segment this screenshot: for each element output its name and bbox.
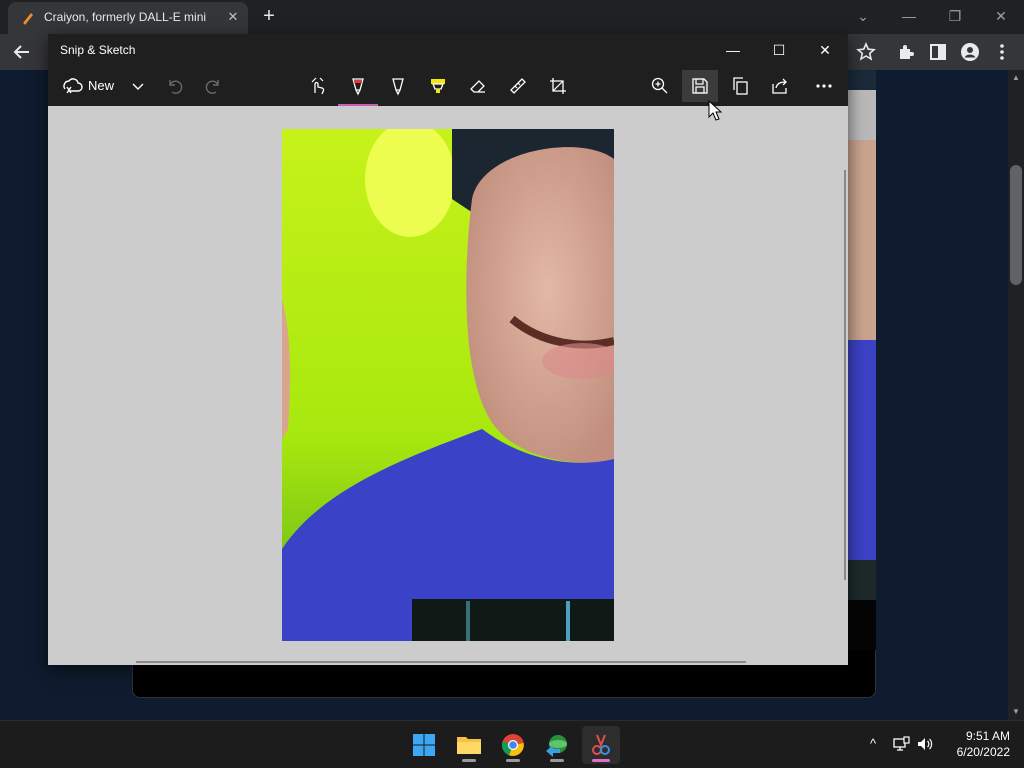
chevron-down-icon — [132, 83, 144, 90]
crop-icon — [550, 78, 566, 94]
snip-toolbar: New — [48, 66, 848, 106]
running-indicator — [462, 759, 476, 762]
mouse-cursor-icon — [708, 100, 722, 121]
more-icon — [816, 84, 832, 88]
snip-titlebar: Snip & Sketch — ☐ ✕ — [48, 34, 848, 66]
new-snip-button[interactable] — [54, 70, 90, 102]
scroll-up-icon[interactable]: ▲ — [1010, 72, 1022, 84]
see-more-button[interactable] — [806, 70, 842, 102]
browser-tabstrip: Craiyon, formerly DALL-E mini ✕ + ⌄ — ❐ … — [0, 0, 1024, 34]
ruler-button[interactable] — [500, 70, 536, 102]
menu-icon[interactable] — [990, 40, 1014, 64]
tab-search-icon[interactable]: ⌄ — [840, 4, 886, 28]
snip-sketch-window: Snip & Sketch — ☐ ✕ New — [48, 34, 848, 665]
browser-restore-button[interactable]: ❐ — [932, 4, 978, 28]
share-icon — [772, 78, 787, 94]
chrome-icon — [501, 734, 524, 756]
window-title: Snip & Sketch — [60, 43, 136, 57]
maximize-button[interactable]: ☐ — [756, 38, 802, 62]
ballpoint-pen-icon — [352, 78, 364, 96]
active-indicator — [592, 759, 610, 762]
ballpoint-pen-button[interactable] — [340, 70, 376, 102]
snip-sketch-taskbar-button[interactable] — [582, 726, 620, 764]
snipped-image[interactable] — [282, 129, 614, 641]
undo-button[interactable] — [156, 70, 192, 102]
copy-button[interactable] — [722, 70, 758, 102]
browser-minimize-button[interactable]: — — [886, 4, 932, 28]
installer-app-button[interactable] — [538, 726, 576, 764]
touch-writing-icon — [311, 77, 325, 95]
new-button-label[interactable]: New — [88, 78, 114, 93]
new-dropdown-button[interactable] — [120, 70, 156, 102]
highlighter-button[interactable] — [420, 70, 456, 102]
browser-close-button[interactable]: ✕ — [978, 4, 1024, 28]
redo-button[interactable] — [196, 70, 232, 102]
eraser-button[interactable] — [460, 70, 496, 102]
extensions-icon[interactable] — [894, 40, 918, 64]
page-scrollbar-thumb[interactable] — [1010, 165, 1022, 285]
volume-icon[interactable] — [916, 735, 934, 753]
running-indicator — [550, 759, 564, 762]
installer-globe-icon — [546, 735, 567, 757]
undo-icon — [169, 80, 183, 94]
touch-writing-button[interactable] — [300, 70, 336, 102]
close-button[interactable]: ✕ — [802, 38, 848, 62]
clock-date[interactable]: 6/20/2022 — [940, 745, 1010, 759]
windows-logo-icon — [413, 734, 435, 756]
running-indicator — [506, 759, 520, 762]
copy-icon — [733, 77, 748, 95]
sidebar-icon[interactable] — [926, 40, 950, 64]
snipped-photo — [282, 129, 614, 641]
file-explorer-button[interactable] — [450, 726, 488, 764]
snip-sketch-icon — [592, 734, 610, 755]
browser-tab[interactable]: Craiyon, formerly DALL-E mini ✕ — [8, 2, 248, 34]
chrome-button[interactable] — [494, 726, 532, 764]
folder-icon — [457, 737, 481, 754]
star-icon[interactable] — [854, 40, 878, 64]
crop-button[interactable] — [540, 70, 576, 102]
network-icon[interactable] — [892, 735, 910, 753]
tray-overflow-icon[interactable]: ^ — [864, 735, 882, 753]
taskbar: ^ — [0, 720, 1024, 768]
canvas-vertical-scrollbar[interactable] — [844, 170, 846, 580]
zoom-in-icon — [651, 77, 668, 94]
share-button[interactable] — [762, 70, 798, 102]
save-button[interactable] — [682, 70, 718, 102]
highlighter-icon — [431, 79, 445, 93]
zoom-button[interactable] — [642, 70, 678, 102]
minimize-button[interactable]: — — [710, 38, 756, 62]
ruler-icon — [510, 78, 526, 94]
pencil-icon — [392, 78, 404, 96]
clock-time[interactable]: 9:51 AM — [940, 729, 1010, 743]
start-button[interactable] — [405, 726, 443, 764]
new-tab-button[interactable]: + — [258, 6, 280, 28]
eraser-icon — [470, 80, 485, 93]
crayon-favicon-icon — [22, 13, 33, 25]
scroll-down-icon[interactable]: ▼ — [1010, 706, 1022, 718]
tab-close-icon[interactable]: ✕ — [224, 8, 242, 26]
tab-title: Craiyon, formerly DALL-E mini — [44, 10, 207, 24]
redo-icon — [205, 80, 219, 94]
profile-icon[interactable] — [958, 40, 982, 64]
new-snip-icon — [63, 78, 83, 94]
pencil-button[interactable] — [380, 70, 416, 102]
canvas-horizontal-scrollbar[interactable] — [136, 661, 746, 663]
save-icon — [692, 78, 708, 94]
background-image-strip — [848, 70, 876, 650]
back-icon[interactable] — [10, 40, 34, 64]
